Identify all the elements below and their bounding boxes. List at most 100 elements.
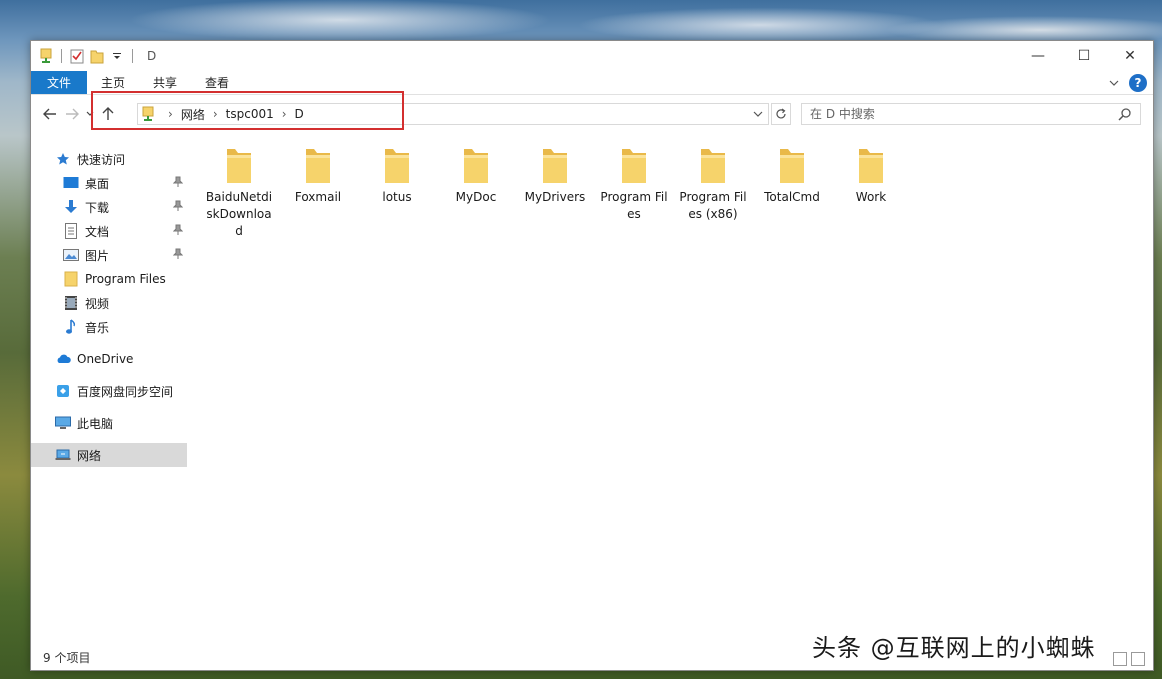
- download-icon: [63, 199, 79, 215]
- pin-icon[interactable]: [172, 248, 184, 260]
- folder-item[interactable]: Program Files (x86): [673, 145, 753, 223]
- folder-item[interactable]: lotus: [357, 145, 437, 206]
- customize-toolbar-icon[interactable]: [110, 48, 124, 64]
- ribbon-tabs: 文件 主页 共享 查看 ?: [31, 71, 1153, 95]
- large-icons-view-icon[interactable]: [1131, 652, 1145, 666]
- expand-ribbon-icon[interactable]: [1109, 76, 1119, 90]
- chevron-right-icon[interactable]: ›: [282, 107, 287, 121]
- sidebar-item-this-pc[interactable]: 此电脑: [31, 411, 187, 435]
- search-input[interactable]: [810, 107, 1110, 121]
- folder-label: Program Files: [600, 190, 668, 221]
- folder-label: Program Files (x86): [679, 190, 747, 221]
- sidebar-item-label: 音乐: [85, 320, 110, 335]
- folder-label: lotus: [382, 190, 412, 204]
- search-icon[interactable]: [1118, 107, 1132, 121]
- sidebar-item-label: Program Files: [85, 272, 166, 286]
- folder-icon: [780, 149, 804, 183]
- details-view-icon[interactable]: [1113, 652, 1127, 666]
- window-title: D: [147, 49, 157, 63]
- window-controls: — ☐ ✕: [1015, 41, 1153, 71]
- minimize-button[interactable]: —: [1015, 41, 1061, 71]
- sidebar-item-quick-access[interactable]: 快速访问: [31, 147, 187, 171]
- star-icon: [55, 151, 71, 167]
- folder-icon: [543, 149, 567, 183]
- pin-icon[interactable]: [172, 224, 184, 236]
- folder-item[interactable]: MyDoc: [436, 145, 516, 206]
- desktop-icon: [63, 175, 79, 191]
- folder-icon: [306, 149, 330, 183]
- sidebar-item-documents[interactable]: 文档: [31, 219, 187, 243]
- navigation-bar: › 网络 › tspc001 › D: [31, 99, 1153, 129]
- folder-label: MyDrivers: [524, 190, 586, 204]
- sidebar-item-baidu-sync[interactable]: 百度网盘同步空间: [31, 379, 187, 403]
- pin-icon[interactable]: [172, 200, 184, 212]
- video-icon: [63, 295, 79, 311]
- file-explorer-window: D — ☐ ✕ 文件 主页 共享 查看 ? › 网络 › tspc001 › D…: [30, 40, 1154, 671]
- folder-icon: [464, 149, 488, 183]
- cloud-icon: [55, 351, 71, 367]
- refresh-button[interactable]: [771, 103, 791, 125]
- network-icon: [55, 447, 71, 463]
- tab-file[interactable]: 文件: [31, 71, 88, 94]
- music-icon: [63, 319, 79, 335]
- sidebar-item-label: 此电脑: [77, 416, 114, 431]
- breadcrumb-d[interactable]: D: [295, 107, 304, 121]
- file-list: BaiduNetdiskDownload Foxmail lotus MyDoc MyD…: [199, 145, 1139, 645]
- folder-item[interactable]: BaiduNetdiskDownload: [199, 145, 279, 240]
- maximize-button[interactable]: ☐: [1061, 41, 1107, 71]
- navigation-pane: 快速访问 桌面 下载 文档 图片 Program Files 视频 音乐 One…: [31, 147, 187, 647]
- chevron-down-icon[interactable]: [750, 104, 766, 124]
- toolbar-separator: [61, 49, 62, 63]
- tab-share[interactable]: 共享: [139, 71, 191, 94]
- chevron-right-icon[interactable]: ›: [213, 107, 218, 121]
- sidebar-item-label: 视频: [85, 296, 110, 311]
- sidebar-item-program-files[interactable]: Program Files: [31, 267, 187, 291]
- recent-locations-button[interactable]: [83, 102, 97, 126]
- ribbon-right-controls: ?: [1109, 71, 1147, 95]
- help-icon[interactable]: ?: [1129, 74, 1147, 92]
- folder-icon: [622, 149, 646, 183]
- sidebar-item-downloads[interactable]: 下载: [31, 195, 187, 219]
- sidebar-item-desktop[interactable]: 桌面: [31, 171, 187, 195]
- folder-item[interactable]: MyDrivers: [515, 145, 595, 206]
- folder-label: Foxmail: [294, 190, 342, 204]
- sidebar-item-onedrive[interactable]: OneDrive: [31, 347, 187, 371]
- back-button[interactable]: [39, 102, 61, 126]
- breadcrumb-tspc001[interactable]: tspc001: [226, 107, 274, 121]
- up-button[interactable]: [97, 102, 119, 126]
- folder-item[interactable]: Program Files: [594, 145, 674, 223]
- folder-label: BaiduNetdiskDownload: [205, 190, 273, 238]
- computer-icon: [55, 415, 71, 431]
- folder-item[interactable]: Foxmail: [278, 145, 358, 206]
- sidebar-item-videos[interactable]: 视频: [31, 291, 187, 315]
- sidebar-item-pictures[interactable]: 图片: [31, 243, 187, 267]
- network-drive-icon: [39, 48, 53, 64]
- refresh-icon: [776, 108, 786, 119]
- close-button[interactable]: ✕: [1107, 41, 1153, 71]
- folder-icon: [227, 149, 251, 183]
- title-bar: D — ☐ ✕: [31, 41, 1153, 71]
- view-mode-toggles: [1113, 652, 1145, 666]
- folder-item[interactable]: TotalCmd: [752, 145, 832, 206]
- breadcrumb-network[interactable]: 网络: [181, 106, 205, 123]
- sidebar-item-label: 文档: [85, 224, 110, 239]
- chevron-right-icon[interactable]: ›: [168, 107, 173, 121]
- forward-button[interactable]: [61, 102, 83, 126]
- search-box[interactable]: [801, 103, 1141, 125]
- folder-label: TotalCmd: [764, 190, 820, 204]
- properties-icon[interactable]: [70, 48, 84, 64]
- tab-home[interactable]: 主页: [87, 71, 139, 94]
- tab-view[interactable]: 查看: [191, 71, 243, 94]
- sidebar-item-network[interactable]: 网络: [31, 443, 187, 467]
- sidebar-item-label: 下载: [85, 200, 110, 215]
- address-bar[interactable]: › 网络 › tspc001 › D: [137, 103, 769, 125]
- new-folder-icon[interactable]: [90, 48, 104, 64]
- folder-item[interactable]: Work: [831, 145, 911, 206]
- sidebar-item-music[interactable]: 音乐: [31, 315, 187, 339]
- pin-icon[interactable]: [172, 176, 184, 188]
- sidebar-item-label: 图片: [85, 248, 110, 263]
- folder-icon: [63, 271, 79, 287]
